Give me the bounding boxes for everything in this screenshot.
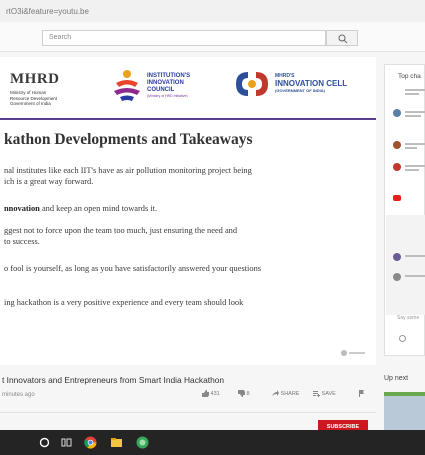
iic-line: INSTITUTION'S bbox=[147, 73, 191, 79]
avatar bbox=[393, 253, 401, 261]
chat-title: Top cha bbox=[398, 73, 421, 80]
avatar bbox=[393, 141, 401, 149]
url-text: rtO3i&feature=youtu.be bbox=[6, 7, 89, 16]
slide-line: to success. bbox=[4, 237, 40, 246]
chat-message bbox=[393, 273, 425, 285]
chat-message bbox=[393, 109, 425, 121]
meta-divider bbox=[0, 412, 376, 413]
slide-line: nal institutes like each IIT's have as a… bbox=[4, 166, 252, 175]
slide-line: and keep an open mind towards it. bbox=[39, 204, 158, 213]
chat-text-line bbox=[405, 93, 419, 95]
chat-message bbox=[393, 163, 425, 175]
live-chat-panel: Top cha Say some bbox=[384, 64, 425, 356]
slide-line: ich is a great way forward. bbox=[4, 177, 94, 186]
iic-line: COUNCIL bbox=[147, 87, 175, 93]
chat-text-line bbox=[405, 169, 419, 171]
windows-taskbar bbox=[0, 430, 425, 455]
chrome-icon[interactable] bbox=[84, 436, 97, 449]
more-button[interactable] bbox=[358, 390, 365, 397]
iic-line: INNOVATION bbox=[147, 80, 184, 86]
save-button[interactable]: SAVE bbox=[313, 390, 336, 397]
video-player[interactable]: MHRD Ministry of Human Resource Developm… bbox=[0, 57, 376, 365]
up-next-label: Up next bbox=[384, 375, 409, 382]
mhrd-logo: MHRD Ministry of Human Resource Developm… bbox=[10, 71, 70, 107]
windows-icon[interactable] bbox=[38, 436, 51, 449]
mhrd-subtitle: Ministry of Human Resource Development G… bbox=[10, 90, 70, 107]
slide-paragraph-1: nal institutes like each IIT's have as a… bbox=[4, 165, 252, 187]
up-next-thumbnail[interactable] bbox=[384, 392, 425, 432]
chat-text-line bbox=[405, 147, 417, 149]
chat-message bbox=[393, 87, 425, 99]
chat-message bbox=[393, 141, 425, 153]
slide-bold-text: nnovation bbox=[4, 204, 40, 213]
flag-icon bbox=[359, 390, 364, 397]
thumbs-down-icon bbox=[238, 390, 245, 397]
file-explorer-icon[interactable] bbox=[110, 436, 123, 449]
innovation-cell-sub: (GOVERNMENT OF INDIA) bbox=[275, 88, 325, 93]
avatar bbox=[393, 163, 401, 171]
youtube-play-icon bbox=[393, 195, 401, 201]
avatar bbox=[393, 273, 401, 281]
iic-name: INSTITUTION'S INNOVATION COUNCIL (Minist… bbox=[147, 73, 190, 99]
slide-line: ggest not to force upon the team too muc… bbox=[4, 226, 238, 235]
share-label: SHARE bbox=[280, 390, 300, 397]
chat-text-line bbox=[405, 165, 425, 167]
save-label: SAVE bbox=[321, 390, 336, 397]
slide-divider bbox=[0, 118, 376, 120]
avatar bbox=[393, 109, 401, 117]
search-button[interactable] bbox=[326, 30, 358, 46]
dislike-count: 8 bbox=[246, 390, 250, 397]
chat-text-line bbox=[405, 111, 425, 113]
screen: { "browser": { "url": "rtO3i&feature=you… bbox=[0, 0, 425, 455]
innovation-cell-logo-icon bbox=[236, 72, 268, 96]
chat-text-line bbox=[405, 143, 425, 145]
like-count: 431 bbox=[210, 390, 220, 397]
chat-text-line bbox=[405, 115, 421, 117]
thumbs-up-icon bbox=[202, 390, 209, 397]
iic-logo-icon bbox=[114, 70, 140, 101]
share-button[interactable]: SHARE bbox=[272, 390, 299, 397]
slide-paragraph-4: o fool is yourself, as long as you have … bbox=[4, 264, 262, 273]
chat-message bbox=[393, 253, 425, 265]
emoji-icon[interactable] bbox=[399, 335, 406, 342]
dislike-button[interactable]: 8 bbox=[238, 390, 250, 397]
share-icon bbox=[272, 390, 279, 396]
chat-input[interactable]: Say some bbox=[397, 315, 419, 321]
slide-title: kathon Developments and Takeaways bbox=[4, 131, 253, 148]
video-title: t Innovators and Entrepreneurs from Smar… bbox=[2, 375, 225, 385]
slide-paragraph-2: nnovation and keep an open mind towards … bbox=[4, 203, 157, 214]
playlist-add-icon bbox=[313, 391, 320, 397]
slide-paragraph-5: ing hackathon is a very positive experie… bbox=[4, 298, 244, 307]
task-view-icon[interactable] bbox=[60, 436, 73, 449]
iic-subtitle: (Ministry of HRD Initiative) bbox=[147, 94, 188, 98]
watermark-logo-icon bbox=[341, 350, 365, 356]
search-placeholder: Search bbox=[49, 34, 72, 41]
chat-message-area bbox=[386, 215, 425, 315]
search-input[interactable]: Search bbox=[42, 30, 326, 46]
innovation-cell-name: MHRD'S INNOVATION CELL (GOVERNMENT OF IN… bbox=[275, 73, 347, 94]
mhrd-subtitle-line: Government of India bbox=[10, 101, 51, 106]
chat-text-line bbox=[405, 255, 425, 257]
innovation-cell-big: INNOVATION CELL bbox=[275, 79, 348, 88]
slide-paragraph-3: ggest not to force upon the team too muc… bbox=[4, 225, 237, 247]
mhrd-title: MHRD bbox=[10, 71, 60, 87]
video-date: minutes ago bbox=[2, 392, 35, 398]
youtube-header: Search bbox=[0, 22, 425, 52]
app-icon[interactable] bbox=[136, 436, 149, 449]
chat-text-line bbox=[405, 275, 425, 277]
like-button[interactable]: 431 bbox=[202, 390, 220, 397]
chat-text-line bbox=[405, 89, 425, 91]
search-icon bbox=[338, 34, 348, 44]
browser-address-bar[interactable]: rtO3i&feature=youtu.be bbox=[0, 0, 425, 22]
